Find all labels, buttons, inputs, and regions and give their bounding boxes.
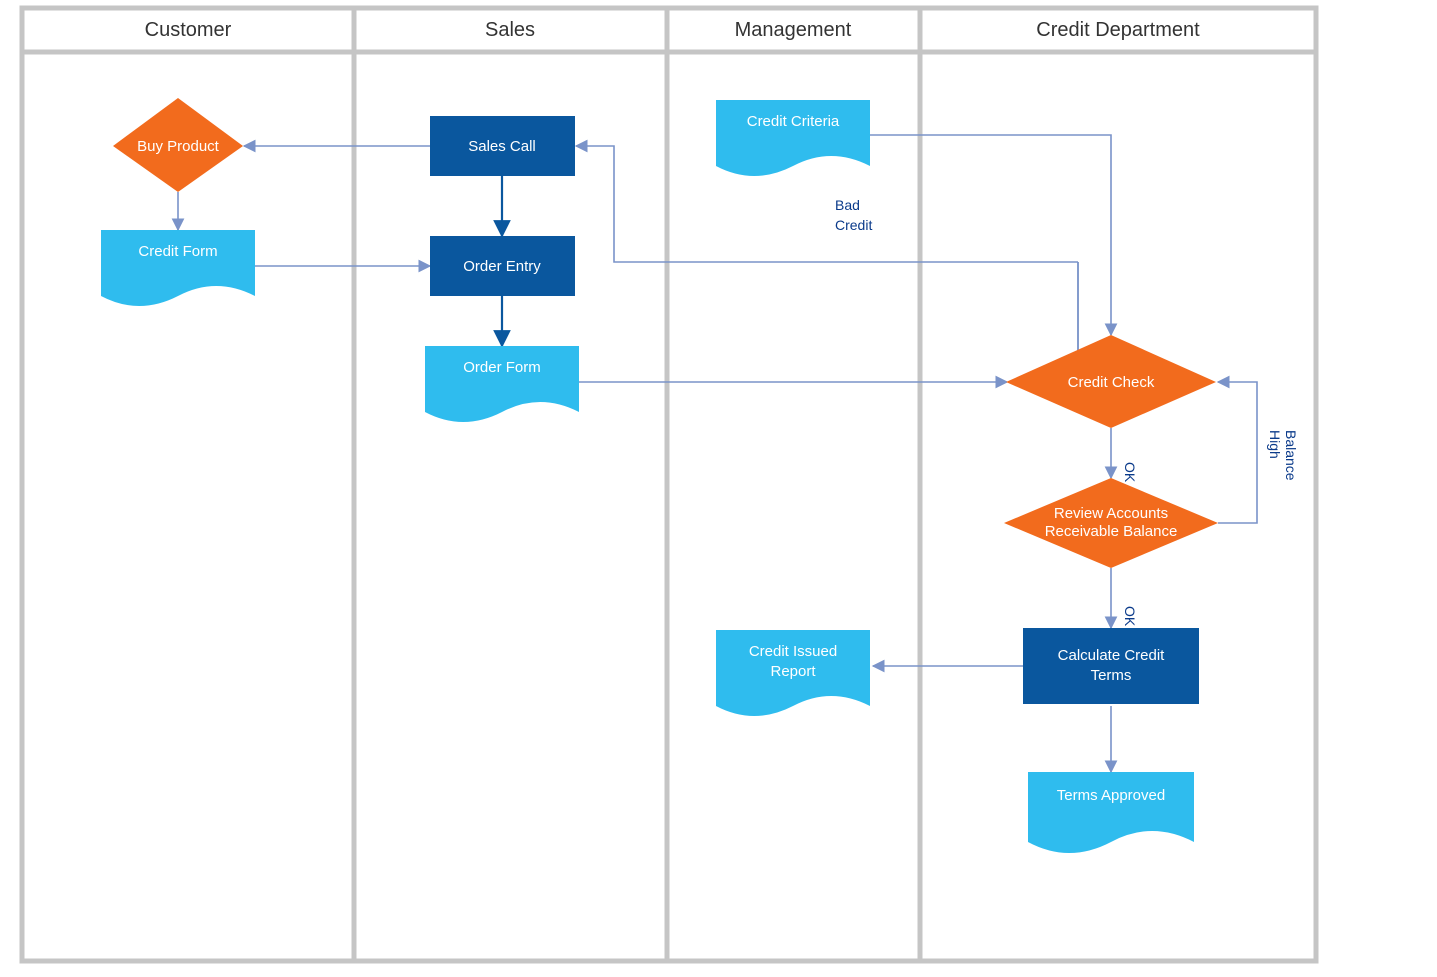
node-credit-check-label: Credit Check xyxy=(1068,374,1155,391)
node-calc-credit-terms: Calculate Credit Terms xyxy=(1023,628,1199,704)
node-review-l1: Review Accounts xyxy=(1054,505,1168,522)
lane-header-management: Management xyxy=(735,19,852,41)
node-credit-form: Credit Form xyxy=(101,230,255,306)
node-calc-l2: Terms xyxy=(1091,667,1132,684)
node-buy-product: Buy Product xyxy=(113,98,243,192)
node-credit-issued-report-l2: Report xyxy=(770,663,816,680)
node-sales-call-label: Sales Call xyxy=(468,138,536,155)
node-credit-criteria-label: Credit Criteria xyxy=(747,113,840,130)
node-sales-call: Sales Call xyxy=(430,116,575,176)
edge-label-ok1: OK xyxy=(1122,462,1138,483)
edge-label-bad-credit-1: Bad xyxy=(835,197,860,213)
node-credit-issued-report: Credit Issued Report xyxy=(716,630,870,716)
node-buy-product-label: Buy Product xyxy=(137,138,220,155)
edge-label-bad-credit-2: Credit xyxy=(835,217,872,233)
node-terms-approved-label: Terms Approved xyxy=(1057,787,1165,804)
node-review-ar-balance: Review Accounts Receivable Balance xyxy=(1004,478,1218,568)
lane-header-credit-dept: Credit Department xyxy=(1036,19,1200,41)
edge-label-ok2: OK xyxy=(1122,606,1138,627)
edge-label-balance: Balance xyxy=(1283,430,1299,481)
node-credit-issued-report-l1: Credit Issued xyxy=(749,643,837,660)
node-calc-l1: Calculate Credit xyxy=(1058,647,1166,664)
node-credit-criteria: Credit Criteria xyxy=(716,100,870,176)
lane-header-customer: Customer xyxy=(145,19,232,41)
lane-header-sales: Sales xyxy=(485,19,535,41)
node-order-form: Order Form xyxy=(425,346,579,422)
node-order-entry: Order Entry xyxy=(430,236,575,296)
node-review-l2: Receivable Balance xyxy=(1045,523,1178,540)
node-credit-form-label: Credit Form xyxy=(138,243,217,260)
node-credit-check: Credit Check xyxy=(1006,335,1216,428)
edge-label-high: High xyxy=(1267,430,1283,459)
node-order-form-label: Order Form xyxy=(463,359,541,376)
node-order-entry-label: Order Entry xyxy=(463,258,541,275)
swimlane-flowchart: Customer Sales Management Credit Departm… xyxy=(0,0,1437,977)
node-terms-approved: Terms Approved xyxy=(1028,772,1194,853)
